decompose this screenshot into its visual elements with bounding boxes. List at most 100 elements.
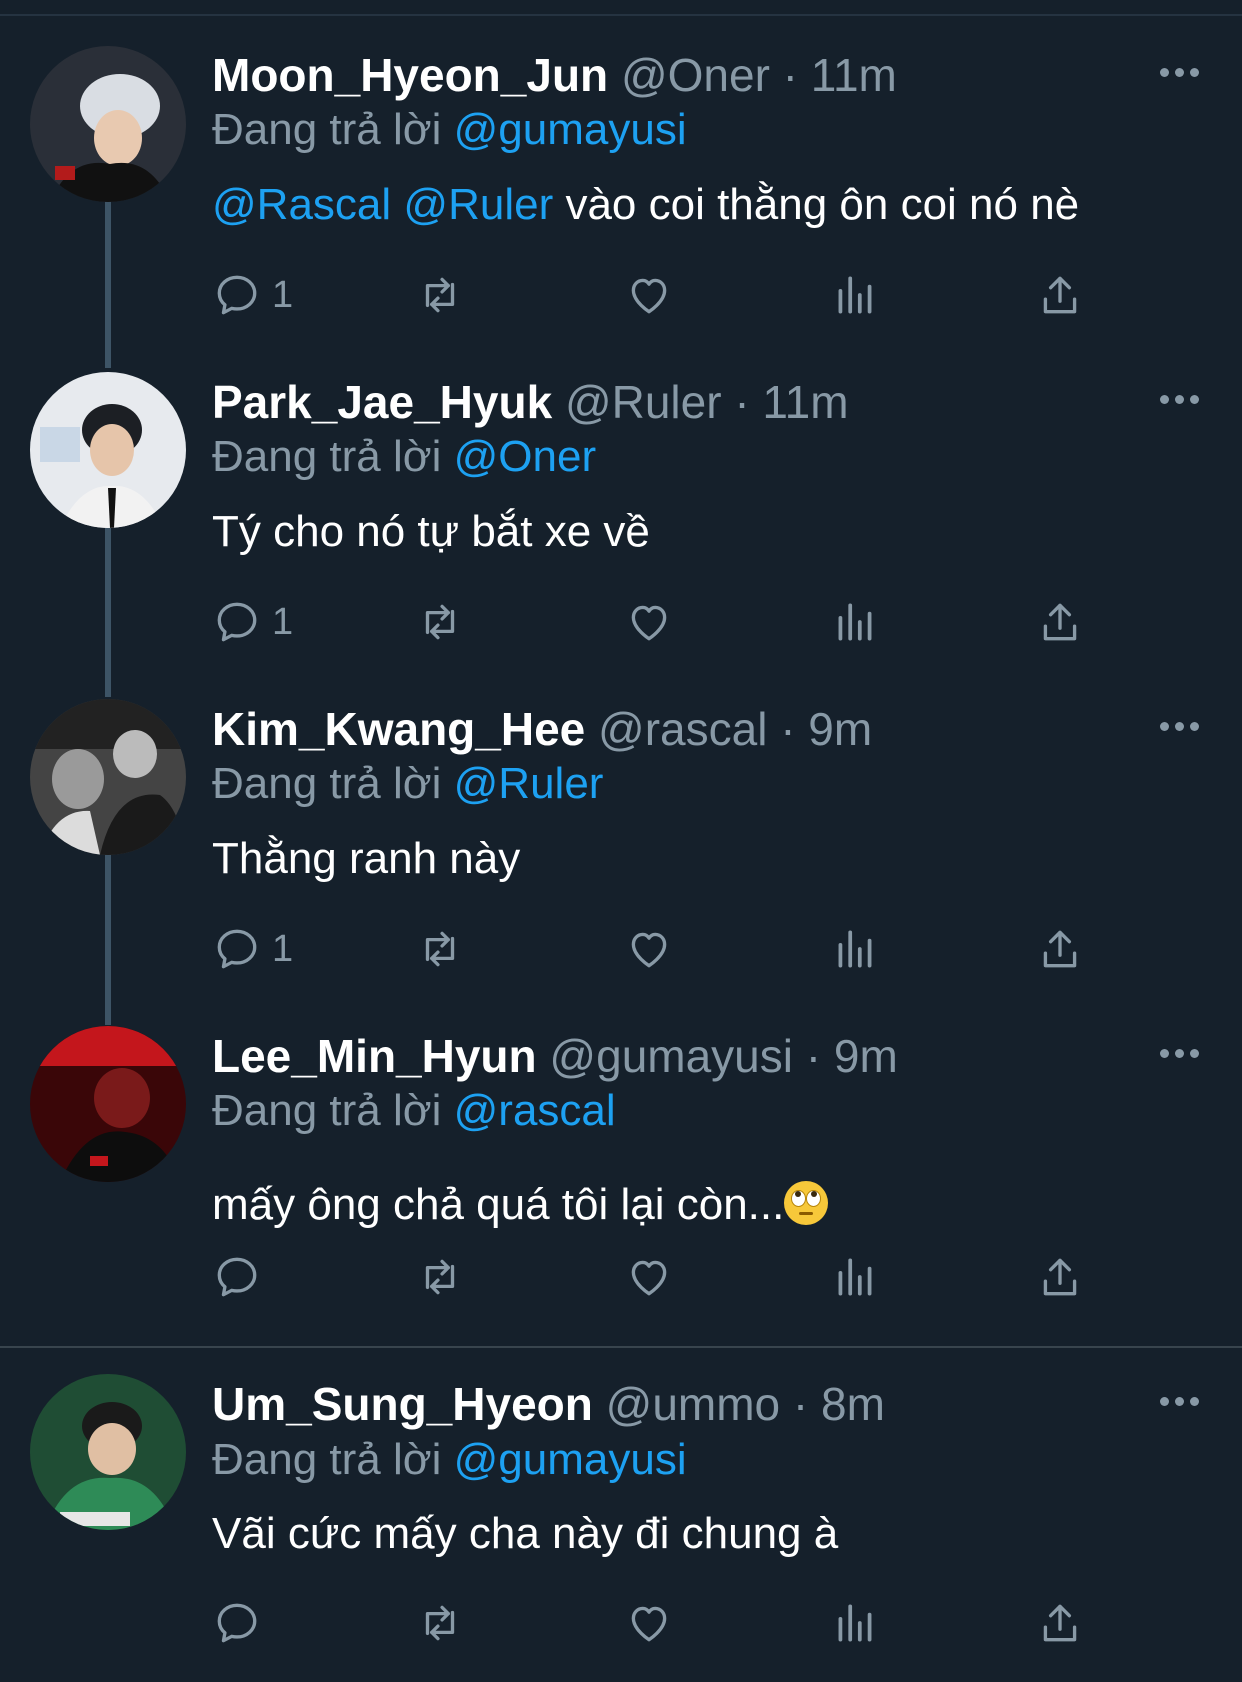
like-icon (631, 278, 667, 314)
reply-icon (217, 275, 257, 315)
replying-to: Đang trả lời @rascal (212, 1089, 616, 1133)
face-with-rolling-eyes-emoji (784, 1181, 829, 1225)
like-button[interactable] (624, 592, 674, 652)
tweet[interactable]: Kim_Kwang_Hee @rascal · 9m Đang trả lời … (0, 654, 1242, 981)
tweet-text: @Rascal @Ruler vào coi thằng ôn coi nó n… (212, 183, 1079, 227)
more-icon[interactable] (1160, 1049, 1200, 1061)
avatar[interactable] (30, 1374, 186, 1530)
share-icon (1043, 603, 1077, 641)
like-button[interactable] (624, 1593, 674, 1653)
reply-prefix: Đang trả lời (212, 105, 442, 154)
retweet-button[interactable] (415, 265, 465, 325)
more-icon[interactable] (1160, 68, 1200, 80)
mention-link[interactable]: @Ruler (403, 180, 553, 229)
reply-prefix: Đang trả lời (212, 432, 442, 481)
like-button[interactable] (624, 919, 674, 979)
share-icon (1043, 1604, 1077, 1642)
reply-icon (217, 1603, 257, 1643)
tweet-text: mấy ông chả quá tôi lại còn... (212, 1180, 829, 1229)
reply-prefix: Đang trả lời (212, 1435, 442, 1484)
reply-prefix: Đang trả lời (212, 759, 442, 808)
views-button[interactable] (830, 592, 880, 652)
retweet-icon (425, 277, 455, 313)
more-icon[interactable] (1160, 395, 1200, 407)
replying-to: Đang trả lời @Ruler (212, 762, 603, 806)
reply-button[interactable] (212, 1247, 272, 1307)
avatar-photo (30, 1026, 186, 1182)
reply-button[interactable]: 1 (212, 919, 293, 979)
reply-button[interactable]: 1 (212, 265, 293, 325)
share-button[interactable] (1035, 592, 1085, 652)
reply-to-mention[interactable]: @Ruler (454, 759, 604, 808)
retweet-button[interactable] (415, 919, 465, 979)
tweet[interactable]: Moon_Hyeon_Jun @Oner · 11m Đang trả lời … (0, 0, 1242, 370)
avatar[interactable] (30, 1026, 186, 1182)
avatar[interactable] (30, 46, 186, 202)
like-icon (631, 1260, 667, 1296)
mention-link[interactable]: @Rascal (212, 180, 391, 229)
avatar-photo (30, 372, 186, 528)
share-button[interactable] (1035, 265, 1085, 325)
more-icon[interactable] (1160, 722, 1200, 734)
retweet-button[interactable] (415, 1593, 465, 1653)
handle-time: @rascal · 9m (598, 703, 873, 755)
views-icon (838, 930, 872, 968)
display-name[interactable]: Moon_Hyeon_Jun (212, 49, 608, 101)
share-icon (1043, 930, 1077, 968)
action-bar: 1 (0, 919, 1242, 979)
views-icon (838, 1258, 872, 1296)
retweet-button[interactable] (415, 592, 465, 652)
share-icon (1043, 1258, 1077, 1296)
views-button[interactable] (830, 1593, 880, 1653)
tweet-text: Thằng ranh này (212, 834, 521, 883)
reply-count: 1 (272, 273, 294, 316)
views-button[interactable] (830, 265, 880, 325)
reply-button[interactable] (212, 1593, 272, 1653)
retweet-icon (425, 931, 455, 967)
reply-to-mention[interactable]: @rascal (454, 1086, 616, 1135)
reply-to-mention[interactable]: @Oner (454, 432, 596, 481)
display-name[interactable]: Park_Jae_Hyuk (212, 376, 552, 428)
retweet-icon (425, 1605, 455, 1641)
views-icon (838, 1604, 872, 1642)
display-name[interactable]: Um_Sung_Hyeon (212, 1378, 593, 1430)
like-icon (631, 605, 667, 641)
action-bar: 1 (0, 592, 1242, 652)
like-icon (631, 1606, 667, 1642)
reply-icon (217, 602, 257, 642)
reply-to-mention[interactable]: @gumayusi (454, 105, 687, 154)
retweet-button[interactable] (415, 1247, 465, 1307)
reply-button[interactable]: 1 (212, 592, 293, 652)
avatar[interactable] (30, 372, 186, 528)
action-bar (0, 1593, 1242, 1653)
reply-icon (217, 929, 257, 969)
action-bar: 1 (0, 265, 1242, 325)
replying-to: Đang trả lời @Oner (212, 435, 596, 479)
handle-time: @Oner · 11m (620, 49, 897, 101)
reply-to-mention[interactable]: @gumayusi (454, 1435, 687, 1484)
avatar[interactable] (30, 699, 186, 855)
tweet[interactable]: Um_Sung_Hyeon @ummo · 8m Đang trả lời @g… (0, 1330, 1242, 1682)
views-button[interactable] (830, 919, 880, 979)
like-button[interactable] (624, 265, 674, 325)
retweet-icon (425, 604, 455, 640)
retweet-icon (425, 1259, 455, 1295)
tweet-text-content: vào coi thằng ôn coi nó nè (553, 180, 1080, 229)
share-button[interactable] (1035, 1593, 1085, 1653)
tweet-text-content: mấy ông chả quá tôi lại còn... (212, 1180, 785, 1229)
replying-to: Đang trả lời @gumayusi (212, 108, 687, 152)
views-button[interactable] (830, 1247, 880, 1307)
tweet-header: Moon_Hyeon_Jun @Oner · 11m (212, 52, 897, 98)
more-icon[interactable] (1160, 1397, 1200, 1409)
display-name[interactable]: Kim_Kwang_Hee (212, 703, 585, 755)
display-name[interactable]: Lee_Min_Hyun (212, 1030, 537, 1082)
share-button[interactable] (1035, 919, 1085, 979)
share-button[interactable] (1035, 1247, 1085, 1307)
like-button[interactable] (624, 1247, 674, 1307)
views-icon (838, 603, 872, 641)
tweet[interactable]: Park_Jae_Hyuk @Ruler · 11m Đang trả lời … (0, 327, 1242, 654)
views-icon (838, 276, 872, 314)
tweet-header: Kim_Kwang_Hee @rascal · 9m (212, 706, 872, 752)
tweet[interactable]: Lee_Min_Hyun @gumayusi · 9m Đang trả lời… (0, 981, 1242, 1344)
avatar-photo (30, 699, 186, 855)
